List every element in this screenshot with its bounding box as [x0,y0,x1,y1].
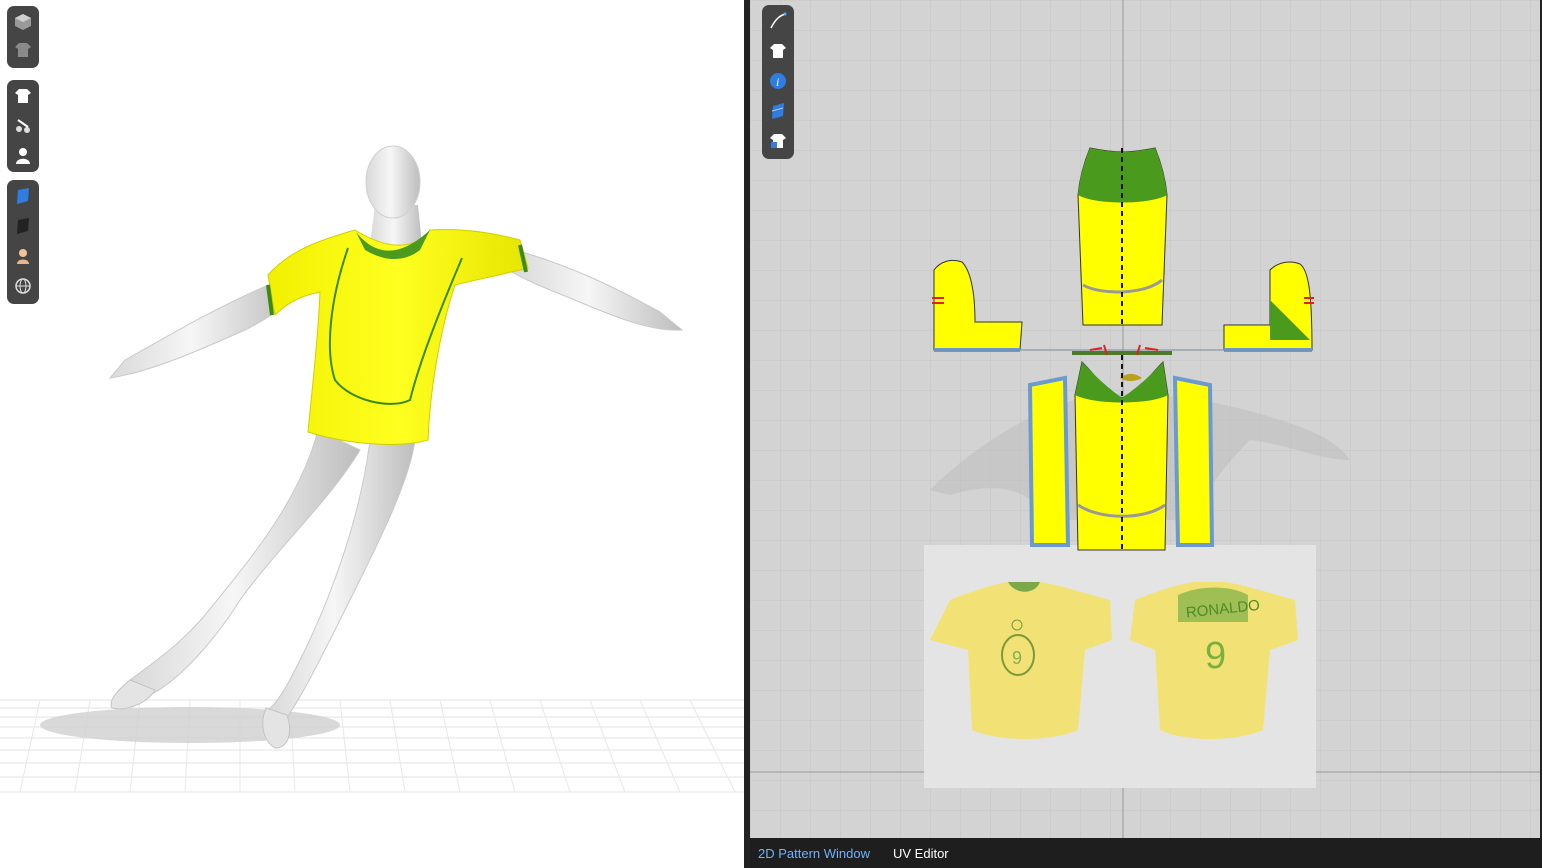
dark-fabric-icon[interactable] [12,215,34,237]
garment-grey-icon[interactable] [12,39,34,61]
sewing-tool-icon[interactable] [12,115,34,137]
2d-pattern-window[interactable]: 9 RONALDO 9 i [750,0,1540,838]
left-arm [108,279,293,379]
shirt-lock-icon[interactable] [767,130,789,152]
pattern-canvas: 9 RONALDO 9 [750,0,1540,838]
3d-toolbar-group-3 [7,180,39,304]
3d-viewport[interactable] [0,0,744,868]
svg-text:i: i [776,75,779,89]
shirt-icon[interactable] [767,40,789,62]
avatar-icon[interactable] [12,145,34,167]
skin-icon[interactable] [12,245,34,267]
reference-back-number: 9 [1205,635,1226,677]
info-icon[interactable]: i [767,70,789,92]
3d-scene [0,145,744,793]
pattern-piece-right-side-panel [1172,375,1215,547]
tab-2d-pattern-window[interactable]: 2D Pattern Window [758,846,870,861]
avatar-box-icon[interactable] [12,11,34,33]
bottom-tab-bar: 2D Pattern Window UV Editor [750,838,1542,868]
left-leg [129,429,361,696]
pen-tool-icon[interactable] [767,10,789,32]
pattern-piece-front-upper [1077,147,1168,326]
blue-fabric-icon[interactable] [12,185,34,207]
right-leg [267,439,416,721]
3d-toolbar-group-1 [7,6,39,68]
shirt-icon[interactable] [12,85,34,107]
reference-front-number: 9 [1012,648,1022,668]
globe-icon[interactable] [12,275,34,297]
reference-image: 9 RONALDO 9 [924,545,1316,788]
pattern-piece-left-side-panel [1027,375,1071,547]
fabric-icon[interactable] [767,100,789,122]
2d-toolbar: i [762,5,794,159]
right-arm [511,249,684,331]
avatar-shadow [40,707,340,743]
right-foot [262,707,290,749]
tab-uv-editor[interactable]: UV Editor [893,846,949,861]
3d-shirt [267,229,529,445]
head [365,145,421,219]
pattern-piece-front-lower [1074,344,1169,551]
3d-toolbar-group-2 [7,80,39,172]
